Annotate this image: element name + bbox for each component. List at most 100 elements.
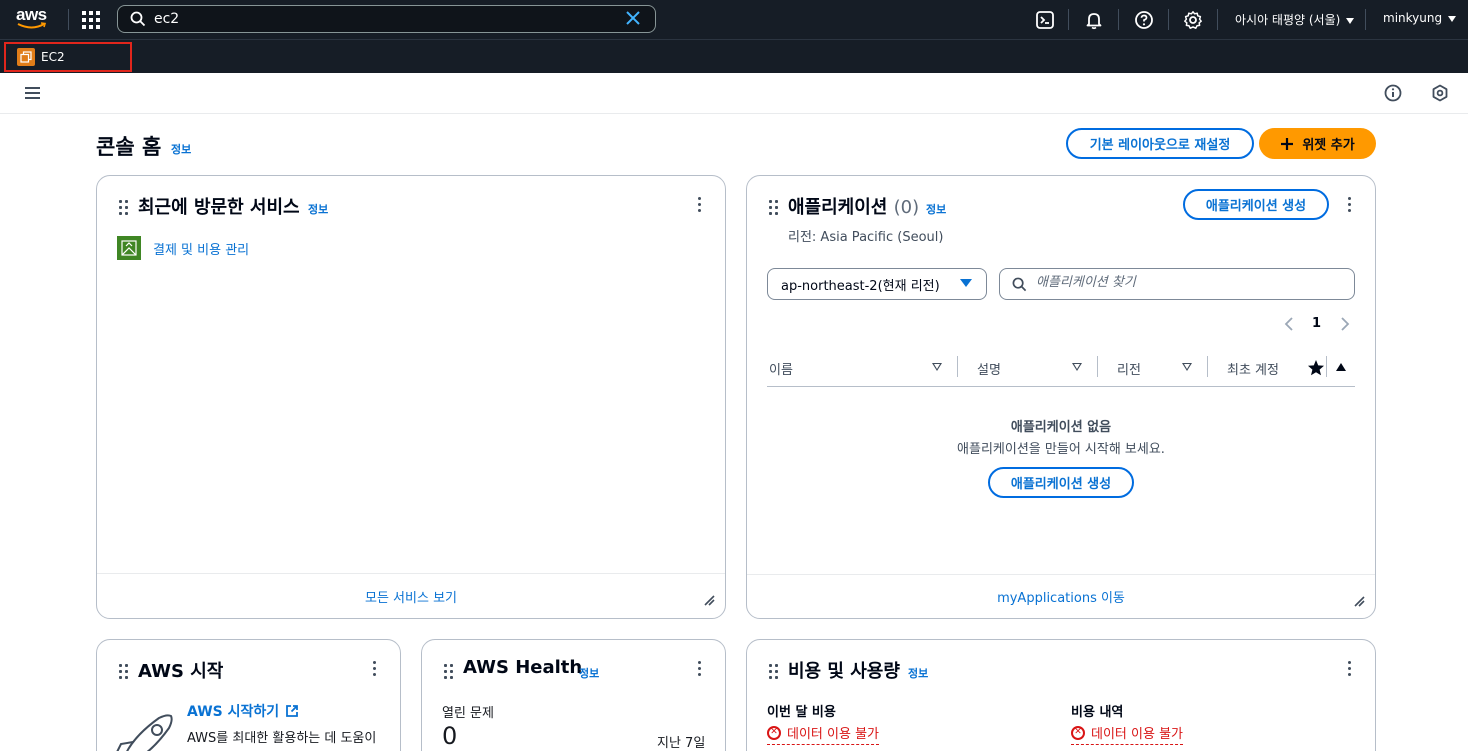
settings-hexagon-icon[interactable] — [1431, 84, 1449, 102]
column-header-region[interactable]: 리전 — [1117, 359, 1141, 378]
reset-layout-button[interactable]: 기본 레이아웃으로 재설정 — [1066, 128, 1254, 159]
search-bar[interactable] — [117, 5, 656, 33]
empty-state-description: 애플리케이션을 만들어 시작해 보세요. — [957, 442, 1165, 457]
drag-handle-icon[interactable] — [119, 200, 128, 215]
search-input[interactable] — [154, 9, 614, 29]
plus-icon — [1281, 137, 1294, 150]
column-divider[interactable] — [1207, 356, 1208, 377]
applications-table-header: 이름 설명 리전 최초 계정 — [767, 350, 1355, 387]
create-application-button[interactable]: 애플리케이션 생성 — [1183, 189, 1329, 220]
column-divider[interactable] — [1097, 356, 1098, 377]
more-options-icon[interactable] — [1348, 197, 1352, 212]
widget-title: 최근에 방문한 서비스 — [138, 193, 300, 219]
page-toolbar — [0, 73, 1468, 114]
drag-handle-icon[interactable] — [769, 200, 778, 215]
health-info-link[interactable]: 정보 — [579, 665, 599, 681]
sort-icon[interactable] — [1182, 363, 1192, 371]
account-menu[interactable]: minkyung — [1383, 11, 1457, 25]
drag-handle-icon[interactable] — [444, 664, 453, 679]
cost-info-link[interactable]: 정보 — [908, 665, 928, 681]
reset-layout-label: 기본 레이아웃으로 재설정 — [1089, 138, 1231, 153]
bell-icon[interactable] — [1084, 10, 1104, 30]
get-started-description: AWS를 최대한 활용하는 데 도움이 — [187, 731, 377, 746]
view-all-services-link[interactable]: 모든 서비스 보기 — [97, 573, 725, 618]
apps-info-link[interactable]: 정보 — [926, 201, 946, 217]
cost-history-status[interactable]: ✕ 데이터 이용 불가 — [1071, 722, 1183, 745]
page-title: 콘솔 홈 — [96, 135, 162, 159]
help-icon[interactable] — [1134, 10, 1154, 30]
find-applications-input[interactable] — [1036, 275, 1336, 290]
search-icon — [130, 11, 146, 27]
empty-create-application-button[interactable]: 애플리케이션 생성 — [988, 467, 1134, 498]
sort-icon[interactable] — [932, 363, 942, 371]
services-menu-icon[interactable] — [82, 11, 100, 29]
apps-title: 애플리케이션 — [788, 197, 888, 218]
get-started-link[interactable]: AWS 시작하기 — [187, 701, 299, 721]
recent-service-label: 결제 및 비용 관리 — [153, 242, 250, 258]
ec2-icon — [17, 48, 35, 66]
widget-title: 비용 및 사용량 — [788, 657, 900, 683]
info-circle-icon[interactable] — [1384, 84, 1402, 102]
aws-start-widget: AWS 시작 AWS 시작하기 AWS를 최대한 활용하는 데 도움이 — [96, 639, 401, 751]
more-options-icon[interactable] — [698, 661, 702, 676]
apps-count: (0) — [893, 197, 920, 218]
add-widget-button[interactable]: 위젯 추가 — [1259, 128, 1376, 159]
current-month-unavailable: 데이터 이용 불가 — [787, 727, 879, 742]
region-selector[interactable]: 아시아 태평양 (서울) — [1235, 11, 1355, 28]
column-header-name[interactable]: 이름 — [769, 359, 793, 378]
more-options-icon[interactable] — [373, 661, 377, 676]
column-header-first-account[interactable]: 최초 계정 — [1227, 359, 1279, 378]
sort-ascending-icon[interactable] — [1335, 362, 1347, 372]
widget-title: AWS Health — [463, 657, 582, 678]
current-month-cost-status[interactable]: ✕ 데이터 이용 불가 — [767, 722, 879, 745]
nav-divider — [1168, 9, 1169, 30]
empty-create-application-label: 애플리케이션 생성 — [1010, 477, 1112, 492]
error-icon: ✕ — [767, 725, 781, 740]
empty-state-title: 애플리케이션 없음 — [1010, 420, 1112, 435]
resize-handle-icon[interactable] — [703, 594, 715, 606]
chevron-right-icon[interactable] — [1340, 317, 1350, 331]
recent-info-link[interactable]: 정보 — [308, 201, 328, 217]
column-header-description[interactable]: 설명 — [977, 359, 1001, 378]
chevron-left-icon[interactable] — [1284, 317, 1294, 331]
region-filter-select[interactable]: ap-northeast-2(현재 리전) — [767, 268, 987, 300]
drag-handle-icon[interactable] — [119, 664, 128, 679]
aws-logo[interactable]: aws — [16, 6, 52, 32]
more-options-icon[interactable] — [698, 197, 702, 212]
nav-divider — [68, 9, 69, 30]
drag-handle-icon[interactable] — [769, 664, 778, 679]
health-period: 지난 7일 — [657, 736, 706, 751]
resize-handle-icon[interactable] — [1353, 595, 1365, 607]
dropdown-triangle-icon — [960, 279, 972, 287]
view-all-services-label: 모든 서비스 보기 — [365, 590, 457, 606]
aws-logo-text: aws — [16, 5, 47, 24]
cost-usage-widget: 비용 및 사용량 정보 이번 달 비용 ✕ 데이터 이용 불가 비용 내역 ✕ 데이… — [746, 639, 1376, 751]
open-issues-value[interactable]: 0 — [442, 722, 457, 750]
favorite-ec2[interactable]: EC2 — [4, 42, 132, 72]
start-title: AWS 시작 — [138, 661, 224, 682]
more-options-icon[interactable] — [1348, 661, 1352, 676]
caret-down-icon — [1346, 17, 1355, 24]
current-page-number[interactable]: 1 — [1312, 316, 1321, 331]
applications-widget: 애플리케이션 (0) 정보 애플리케이션 생성 리전: Asia Pacific… — [746, 175, 1376, 619]
search-icon — [1012, 277, 1027, 292]
go-to-myapplications-link[interactable]: myApplications 이동 — [747, 574, 1375, 618]
widget-title: 애플리케이션 (0) — [788, 193, 919, 219]
find-applications-box[interactable] — [999, 268, 1355, 300]
widget-title: AWS 시작 — [138, 657, 223, 683]
clear-search-icon[interactable] — [625, 10, 641, 26]
page-info-link[interactable]: 정보 — [171, 141, 191, 157]
nav-divider — [1068, 9, 1069, 30]
nav-divider — [1217, 9, 1218, 30]
health-title: AWS Health — [463, 657, 583, 678]
billing-icon — [117, 236, 141, 260]
sort-icon[interactable] — [1072, 363, 1082, 371]
hamburger-menu-icon[interactable] — [25, 87, 40, 99]
region-label: 아시아 태평양 (서울) — [1235, 13, 1341, 27]
top-navigation: aws 아시아 태평양 — [0, 0, 1468, 39]
star-icon[interactable] — [1307, 359, 1325, 377]
column-divider[interactable] — [957, 356, 958, 377]
cloudshell-icon[interactable] — [1035, 10, 1055, 30]
recent-service-item[interactable]: 결제 및 비용 관리 — [117, 236, 249, 260]
gear-icon[interactable] — [1183, 10, 1203, 30]
